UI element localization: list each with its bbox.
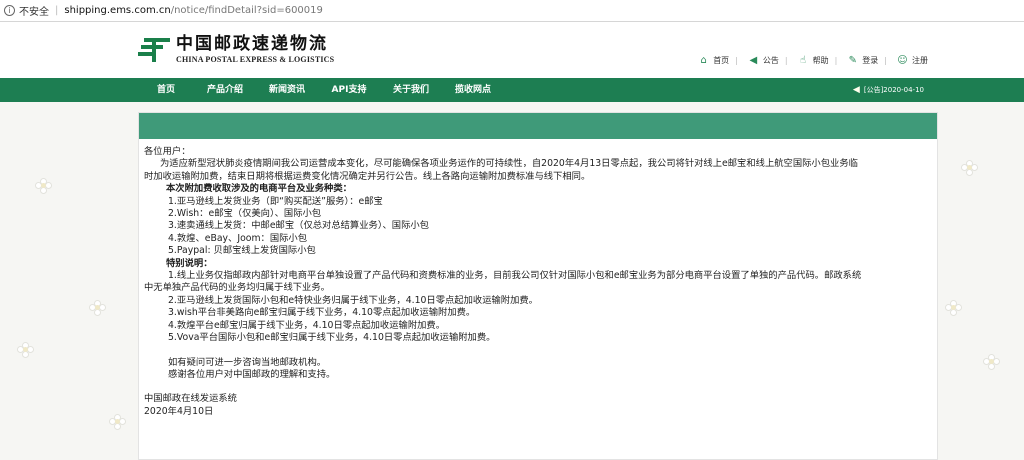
- address-bar[interactable]: i 不安全 | shipping.ems.com.cn/notice/findD…: [0, 0, 1024, 22]
- note-item: 4.敦煌平台e邮宝归属于线下业务，4.10日零点起加收运输附加费。: [168, 319, 446, 331]
- flower-decoration-icon: [109, 414, 126, 430]
- logo-english-text: CHINA POSTAL EXPRESS & LOGISTICS: [176, 55, 335, 64]
- ems-logo-icon: [138, 34, 172, 64]
- flower-decoration-icon: [983, 354, 1000, 370]
- speaker-icon: ◀: [852, 85, 860, 95]
- nav-item-home[interactable]: 首页: [138, 78, 194, 102]
- note-item: 1.线上业务仅指邮政内部针对电商平台单独设置了产品代码和资费标准的业务，目前我公…: [168, 270, 862, 282]
- intro-line-2: 时加收运输附加费，结束日期将根据运费变化情况确定并另行公告。线上各路向运输附加费…: [144, 170, 591, 182]
- home-icon: ⌂: [700, 55, 707, 66]
- flower-decoration-icon: [89, 300, 106, 316]
- scope-item: 1.亚马逊线上发货业务（即“购买配送”服务）：e邮宝: [168, 195, 383, 207]
- note-item-continued: 中无单独产品代码的业务均归属于线下业务。: [144, 282, 330, 294]
- flower-decoration-icon: [945, 300, 962, 316]
- register-link[interactable]: ☺ 注册: [897, 55, 928, 66]
- nav-notice[interactable]: ◀ [公告]2020-04-10: [853, 78, 924, 102]
- site-header: 中国邮政速递物流 CHINA POSTAL EXPRESS & LOGISTIC…: [0, 22, 1024, 78]
- nav-item-news[interactable]: 新闻资讯: [256, 78, 318, 102]
- scope-item: 4.敦煌、eBay、Joom：国际小包: [168, 232, 308, 244]
- note-item: 2.亚马逊线上发货国际小包和e特快业务归属于线下业务，4.10日零点起加收运输附…: [168, 294, 538, 306]
- logo-chinese-text: 中国邮政速递物流: [176, 34, 328, 54]
- closing-line: 如有疑问可进一步咨询当地邮政机构。: [168, 356, 327, 368]
- main-nav: 首页 产品介绍 新闻资讯 API支持 关于我们 揽收网点 ◀ [公告]2020-…: [0, 78, 1024, 102]
- help-link-label[interactable]: 帮助: [813, 55, 829, 66]
- register-link-label[interactable]: 注册: [912, 55, 928, 66]
- url-host[interactable]: shipping.ems.com.cn: [64, 5, 170, 16]
- login-link-label[interactable]: 登录: [862, 55, 878, 66]
- scope-item: 5.Paypal: 贝邮宝线上发货国际小包: [168, 245, 316, 257]
- home-link-label[interactable]: 首页: [713, 55, 729, 66]
- top-links: ⌂ 首页 | ◀ 公告 | ☝ 帮助 | ✎ 登录 | ☺ 注册: [688, 55, 929, 66]
- notes-title: 特别说明：: [166, 257, 213, 269]
- notice-content: 各位用户： 为适应新型冠状肺炎疫情期间我公司运营成本变化，尽可能确保各项业务运作…: [144, 146, 934, 418]
- home-link[interactable]: ⌂ 首页 |: [698, 55, 738, 66]
- panel-title-bar: [139, 113, 937, 139]
- flower-decoration-icon: [17, 342, 34, 358]
- divider: |: [834, 56, 838, 65]
- note-item: 3.wish平台非美路向e邮宝归属于线下业务，4.10零点起加收运输附加费。: [168, 307, 476, 319]
- scope-title: 本次附加费收取涉及的电商平台及业务种类：: [166, 183, 352, 195]
- closing-line: 感谢各位用户对中国邮政的理解和支持。: [168, 368, 336, 380]
- divider: |: [884, 56, 887, 65]
- notice-link[interactable]: ◀ 公告 |: [748, 55, 788, 66]
- notice-text[interactable]: [公告]2020-04-10: [864, 85, 924, 95]
- nav-item-about[interactable]: 关于我们: [380, 78, 442, 102]
- scope-item: 3.速卖通线上发货：中邮e邮宝（仅总对总结算业务）、国际小包: [168, 220, 429, 232]
- greeting: 各位用户：: [144, 146, 191, 157]
- login-link[interactable]: ✎ 登录 |: [847, 55, 887, 66]
- divider: |: [735, 56, 738, 65]
- speaker-icon: ◀: [749, 55, 758, 66]
- notice-link-label[interactable]: 公告: [763, 55, 779, 66]
- flower-decoration-icon: [961, 160, 978, 176]
- intro-line-1: 为适应新型冠状肺炎疫情期间我公司运营成本变化，尽可能确保各项业务运作的可持续性，…: [160, 158, 858, 170]
- signature: 中国邮政在线发运系统: [144, 393, 237, 405]
- user-icon: ☺: [897, 55, 908, 66]
- divider: |: [55, 5, 59, 16]
- help-link[interactable]: ☝ 帮助 |: [798, 55, 838, 66]
- flower-decoration-icon: [35, 178, 52, 194]
- notice-date: 2020年4月10日: [144, 405, 214, 417]
- pencil-icon: ✎: [848, 55, 857, 66]
- nav-item-outlets[interactable]: 揽收网点: [442, 78, 504, 102]
- scope-item: 2.Wish：e邮宝（仅美向）、国际小包: [168, 208, 322, 220]
- thumb-icon: ☝: [800, 55, 807, 66]
- nav-item-api[interactable]: API支持: [318, 78, 380, 102]
- info-icon[interactable]: i: [4, 5, 15, 16]
- nav-item-products[interactable]: 产品介绍: [194, 78, 256, 102]
- site-logo[interactable]: 中国邮政速递物流 CHINA POSTAL EXPRESS & LOGISTIC…: [138, 34, 334, 64]
- note-item: 5.Vova平台国际小包和e邮宝归属于线下业务，4.10日零点起加收运输附加费。: [168, 332, 496, 344]
- url-path[interactable]: /notice/findDetail?sid=600019: [171, 5, 323, 16]
- divider: |: [784, 56, 788, 65]
- notice-panel: 各位用户： 为适应新型冠状肺炎疫情期间我公司运营成本变化，尽可能确保各项业务运作…: [138, 112, 938, 460]
- security-label[interactable]: 不安全: [19, 3, 49, 18]
